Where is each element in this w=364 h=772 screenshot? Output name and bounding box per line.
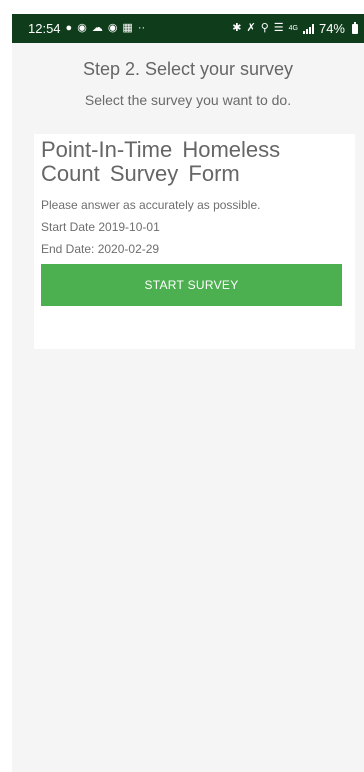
battery-percent: 74% xyxy=(318,21,345,36)
chat-icon: ◉ xyxy=(107,22,118,34)
wifi-icon: ☰ xyxy=(273,22,284,34)
messenger-icon: ◉ xyxy=(77,22,87,34)
whatsapp-icon: ● xyxy=(65,22,73,34)
signal-icon xyxy=(302,23,314,34)
gallery-icon: ▦ xyxy=(122,22,133,34)
status-bar-right: ✱ ✗ ⚲ ☰ 4G 74% xyxy=(232,21,358,36)
survey-title: Point-In-Time Homeless Count Survey Form xyxy=(41,137,281,186)
status-bar-left: 12:54 ● ◉ ☁ ◉ ▦ ·· xyxy=(28,21,145,36)
cloud-icon: ☁ xyxy=(91,22,103,34)
bluetooth-icon: ✱ xyxy=(232,22,242,34)
battery-icon xyxy=(352,21,358,34)
survey-start-date: Start Date 2019-10-01 xyxy=(41,220,160,234)
survey-description: Please answer as accurately as possible. xyxy=(41,198,261,212)
location-icon: ⚲ xyxy=(260,22,269,34)
page-subtitle: Select the survey you want to do. xyxy=(84,92,292,108)
survey-end-date: End Date: 2020-02-29 xyxy=(41,242,160,256)
app-screen: 12:54 ● ◉ ☁ ◉ ▦ ·· ✱ ✗ ⚲ ☰ 4G 74% Step 2… xyxy=(12,14,364,772)
mute-icon: ✗ xyxy=(246,22,256,34)
start-survey-button[interactable]: START SURVEY xyxy=(41,264,342,306)
status-bar: 12:54 ● ◉ ☁ ◉ ▦ ·· ✱ ✗ ⚲ ☰ 4G 74% xyxy=(12,14,364,43)
network-type: 4G xyxy=(288,25,298,32)
survey-card[interactable]: Point-In-Time Homeless Count Survey Form… xyxy=(34,134,355,349)
overflow-dots: ·· xyxy=(137,22,146,34)
status-time: 12:54 xyxy=(28,21,61,36)
page-title: Step 2. Select your survey xyxy=(82,59,294,79)
